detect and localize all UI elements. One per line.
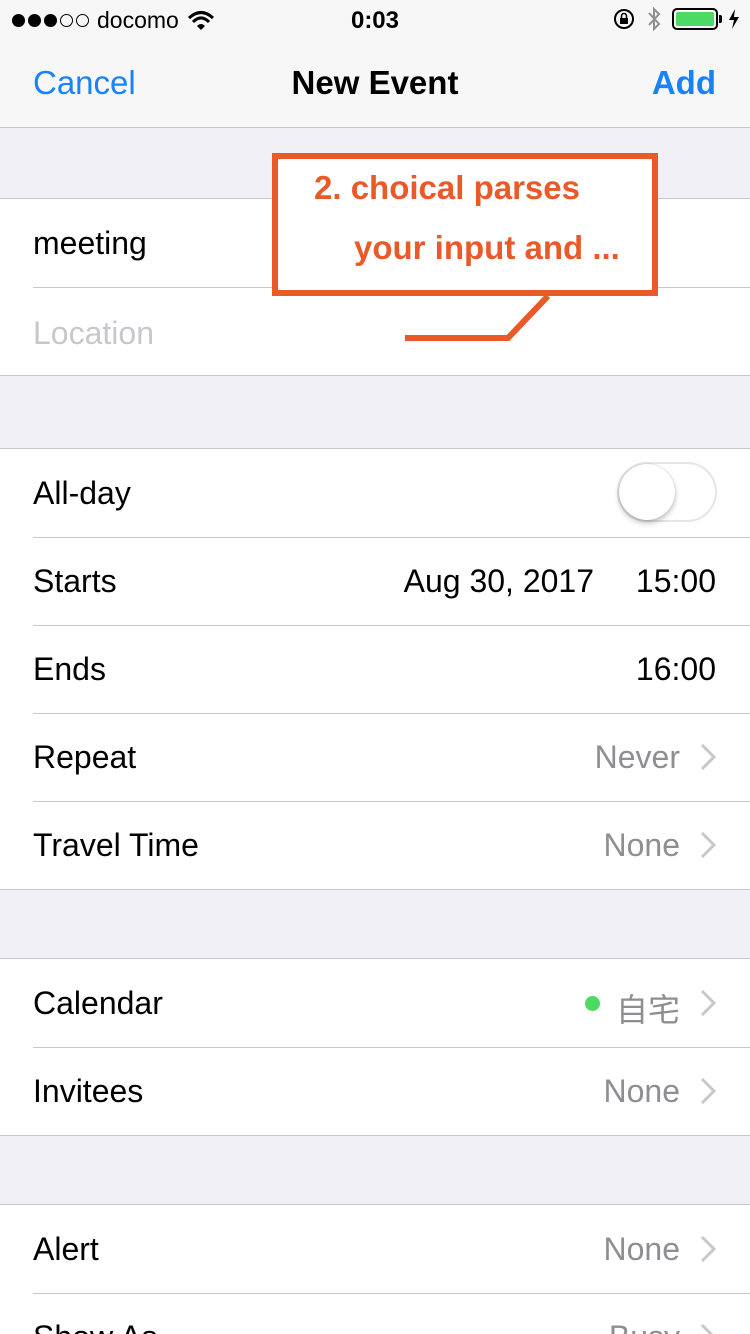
calendar-group: Calendar 自宅 Invitees None	[0, 958, 750, 1136]
orientation-lock-icon	[614, 9, 634, 29]
ends-row[interactable]: Ends 16:00	[0, 625, 750, 713]
invitees-label: Invitees	[33, 1073, 144, 1109]
show-as-value: Busy	[609, 1319, 680, 1334]
battery-icon	[672, 8, 722, 30]
starts-date: Aug 30, 2017	[403, 563, 594, 599]
show-as-row[interactable]: Show As Busy	[0, 1293, 750, 1334]
alert-value: None	[603, 1231, 681, 1267]
charging-icon	[729, 9, 739, 29]
callout-text-line1: 2. choical parses	[314, 169, 580, 206]
add-button[interactable]: Add	[652, 64, 716, 102]
chevron-right-icon	[700, 1077, 716, 1105]
callout-text-line2: your input and ...	[354, 229, 620, 266]
nav-bar: Cancel New Event Add	[0, 40, 750, 128]
all-day-toggle[interactable]	[617, 462, 717, 522]
all-day-row: All-day	[0, 449, 750, 537]
invitees-row[interactable]: Invitees None	[0, 1047, 750, 1135]
alert-row[interactable]: Alert None	[0, 1205, 750, 1293]
starts-time: 15:00	[635, 563, 716, 599]
calendar-value: 自宅	[615, 991, 680, 1029]
alert-label: Alert	[33, 1231, 99, 1267]
show-as-label: Show As	[33, 1319, 158, 1334]
ends-time: 16:00	[635, 651, 716, 687]
location-placeholder: Location	[33, 315, 154, 351]
bluetooth-icon	[648, 6, 661, 32]
chevron-right-icon	[700, 1235, 716, 1263]
chevron-right-icon	[700, 989, 716, 1017]
title-value: meeting	[33, 225, 147, 261]
travel-time-value: None	[603, 827, 681, 863]
location-field[interactable]: Location	[0, 287, 750, 375]
starts-label: Starts	[33, 563, 117, 599]
calendar-color-dot	[585, 996, 600, 1011]
ends-label: Ends	[33, 651, 106, 687]
travel-time-label: Travel Time	[33, 827, 199, 863]
page-title: New Event	[291, 64, 459, 101]
repeat-label: Repeat	[33, 739, 137, 775]
annotation-callout: 2. choical parses your input and ...	[272, 153, 658, 296]
chevron-right-icon	[700, 743, 716, 771]
travel-time-row[interactable]: Travel Time None	[0, 801, 750, 889]
calendar-label: Calendar	[33, 985, 163, 1021]
chevron-right-icon	[700, 1323, 714, 1334]
invitees-value: None	[603, 1073, 681, 1109]
all-day-label: All-day	[33, 475, 131, 511]
repeat-row[interactable]: Repeat Never	[0, 713, 750, 801]
chevron-right-icon	[700, 831, 716, 859]
starts-row[interactable]: Starts Aug 30, 2017 15:00	[0, 537, 750, 625]
calendar-row[interactable]: Calendar 自宅	[0, 959, 750, 1047]
status-bar: docomo 0:03	[0, 0, 750, 40]
status-right	[612, 6, 740, 32]
schedule-group: All-day Starts Aug 30, 2017 15:00 Ends 1…	[0, 448, 750, 890]
alert-group: Alert None Show As Busy	[0, 1204, 750, 1334]
repeat-value: Never	[594, 739, 680, 775]
toggle-knob	[619, 464, 675, 520]
